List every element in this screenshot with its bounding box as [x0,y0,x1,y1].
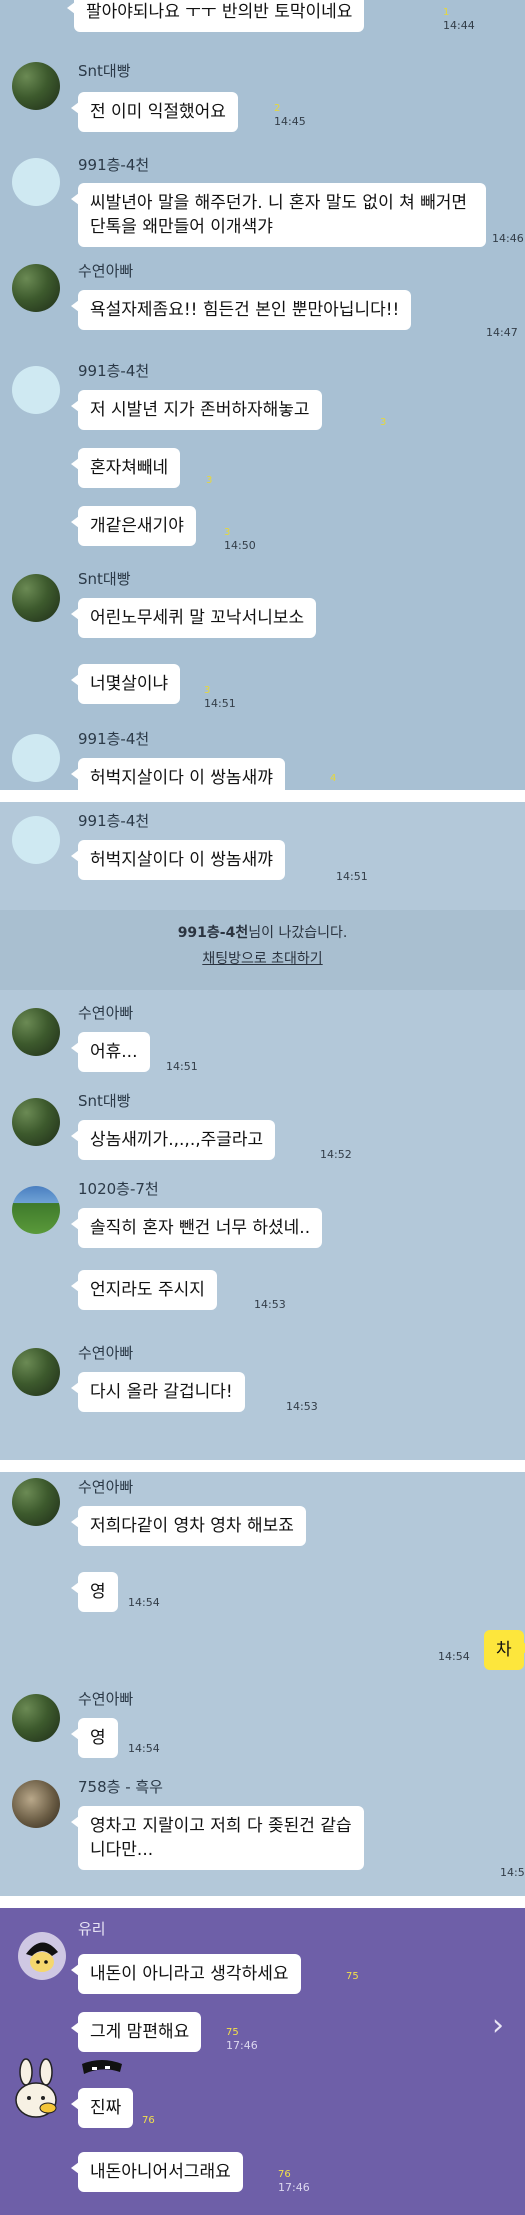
message-bubble[interactable]: 너몇살이냐 [70,664,181,704]
message-meta: 14:51 [336,870,368,883]
sender-name: 수연아빠 [78,1344,134,1362]
sender-name: 수연아빠 [78,1690,134,1708]
avatar[interactable] [12,574,60,622]
sender-name: 수연아빠 [78,1478,134,1496]
avatar[interactable] [12,1008,60,1056]
avatar[interactable] [12,1780,60,1828]
my-message-bubble[interactable]: 차 [484,1630,525,1670]
message-meta: 14:53 [286,1400,318,1413]
message-meta: 14:52 [320,1148,352,1161]
avatar[interactable] [12,366,60,414]
message-bubble[interactable]: 개같은새기야 [71,506,196,546]
avatar[interactable] [12,158,60,206]
message-bubble[interactable]: 언지라도 주시지 [71,1270,217,1310]
message-meta: 3 [206,475,213,486]
chat-panel-4: 유리 내돈이 아니라고 생각하세요 75 그게 맘편해요 75 17:46 › 진… [0,1908,525,2215]
chat-screenshot-collage: 팔아야되나요 ㅜㅜ 반의반 토막이네요 1 14:44 Snt대빵 전 이미 익절… [0,0,525,2215]
message-bubble[interactable]: 영차고 지랄이고 저희 다 좆된건 같습니다만... [71,1806,364,1870]
message-meta: 3 [380,417,387,428]
message-bubble[interactable]: 씨발년아 말을 해주던가. 니 혼자 말도 없이 쳐 빼거면 단톡을 왜만들어 … [71,183,486,247]
message-meta: 3 14:51 [204,685,236,710]
chat-panel-2: 991층-4천 허벅지살이다 이 쌍놈새꺄 14:51 991층-4천님이 나갔… [0,802,525,1460]
avatar[interactable] [12,1348,60,1396]
message-bubble[interactable]: 영 [71,1572,118,1612]
avatar[interactable] [12,816,60,864]
avatar[interactable] [12,1186,60,1234]
ninja-sticker-icon [82,2060,122,2074]
message-bubble[interactable]: 욕설자제좀요!! 힘든건 본인 뿐만아닙니다!! [70,290,412,330]
message-bubble[interactable]: 솔직히 혼자 뺀건 너무 하셨네.. [70,1208,323,1248]
message-meta: 76 [142,2115,155,2126]
message-bubble[interactable]: 다시 올라 갈겁니다! [71,1372,245,1412]
message-bubble[interactable]: 상놈새끼가.,.,.,주글라고 [70,1120,276,1160]
message-meta: 76 17:46 [278,2169,310,2194]
sender-name: 758층 - 흑우 [78,1778,163,1796]
system-notice-text: 991층-4천님이 나갔습니다. [177,925,348,941]
message-meta: 75 17:46 [226,2027,258,2052]
invite-to-chatroom-link[interactable]: 채팅방으로 초대하기 [202,948,322,968]
chat-panel-1: 팔아야되나요 ㅜㅜ 반의반 토막이네요 1 14:44 Snt대빵 전 이미 익절… [0,0,525,790]
message-meta: 3 14:50 [224,527,256,552]
avatar[interactable] [18,1932,66,1980]
message-meta: 14:54 [128,1596,160,1609]
message-meta: 14:51 [166,1060,198,1073]
message-meta: 14:54 [128,1742,160,1755]
message-meta: 14:53 [254,1298,286,1311]
message-meta: 14:47 [486,326,518,339]
sender-name: Snt대빵 [78,62,131,80]
sender-name: Snt대빵 [78,570,131,588]
sender-name: 991층-4천 [78,812,150,830]
message-bubble[interactable]: 저 시발년 지가 존버하자해놓고 [71,390,322,430]
message-bubble[interactable]: 내돈아니어서그래요 [71,2152,243,2192]
message-meta: 14:5 [500,1866,525,1879]
avatar[interactable] [12,1694,60,1742]
avatar[interactable] [12,734,60,782]
message-bubble[interactable]: 허벅지살이다 이 쌍놈새꺄 [71,840,285,880]
system-notice: 991층-4천님이 나갔습니다. 채팅방으로 초대하기 [0,910,525,990]
message-meta: 75 [346,1971,359,1982]
sender-name: 수연아빠 [78,1004,134,1022]
message-meta: 1 14:44 [443,7,475,32]
message-meta: 2 14:45 [274,103,306,128]
sender-name: 991층-4천 [78,730,150,748]
rabbit-emoticon-icon [15,2058,57,2118]
message-meta: 14:54 [438,1650,470,1663]
sender-name: 1020층-7천 [78,1180,159,1198]
message-bubble[interactable]: 전 이미 익절했어요 [71,92,238,132]
message-bubble[interactable]: 팔아야되나요 ㅜㅜ 반의반 토막이네요 [66,0,365,32]
message-bubble[interactable]: 진짜 [70,2088,134,2128]
message-bubble[interactable]: 허벅지살이다 이 쌍놈새꺄 [71,758,285,790]
message-bubble[interactable]: 그게 맘편해요 [70,2012,202,2052]
avatar[interactable] [12,62,60,110]
chevron-right-icon[interactable]: › [492,2008,504,2043]
avatar[interactable] [12,1478,60,1526]
sender-name: 991층-4천 [78,362,150,380]
avatar[interactable] [12,264,60,312]
message-meta: 4 [330,773,337,784]
sender-name: 991층-4천 [78,156,150,174]
avatar[interactable] [12,1098,60,1146]
message-bubble[interactable]: 내돈이 아니라고 생각하세요 [71,1954,301,1994]
message-meta: 14:46 [492,232,524,245]
chat-panel-3: 수연아빠 저희다같이 영차 영차 해보죠 영 14:54 차 14:54 수연아… [0,1472,525,1896]
sender-name: 유리 [78,1920,106,1938]
message-bubble[interactable]: 영 [71,1718,118,1758]
message-bubble[interactable]: 어린노무세퀴 말 꼬낙서니보소 [70,598,317,638]
sender-name: Snt대빵 [78,1092,131,1110]
character-icon [26,1942,58,1972]
message-bubble[interactable]: 어휴... [71,1032,150,1072]
message-bubble[interactable]: 저희다같이 영차 영차 해보죠 [71,1506,306,1546]
message-bubble[interactable]: 혼자쳐빼네 [70,448,181,488]
sender-name: 수연아빠 [78,262,134,280]
